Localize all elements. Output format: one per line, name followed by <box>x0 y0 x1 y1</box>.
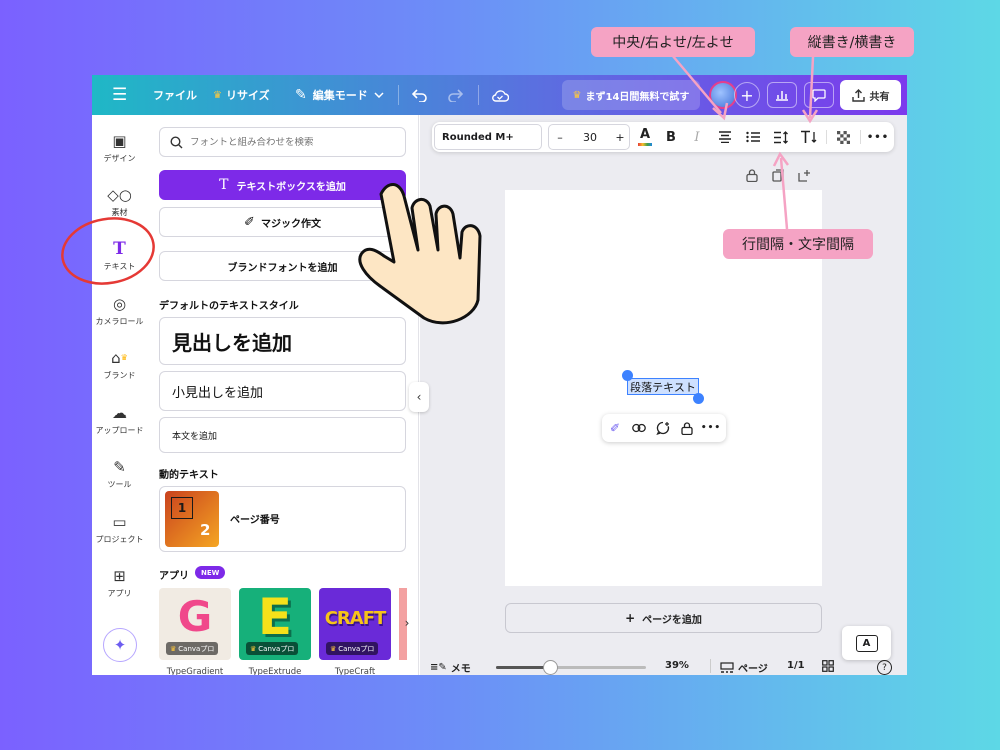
annotation-overlay <box>61 54 819 325</box>
callout-spacing: 行間隔・文字間隔 <box>723 229 873 259</box>
arrow-align-line <box>671 54 722 114</box>
arrow-vertical-line <box>808 56 815 119</box>
pointing-hand-icon <box>358 183 482 325</box>
callout-align: 中央/右よせ/左よせ <box>591 27 755 57</box>
arrow-spacing-line <box>779 157 789 230</box>
callout-vertical: 縦書き/横書き <box>790 27 914 57</box>
highlight-circle <box>61 217 155 285</box>
